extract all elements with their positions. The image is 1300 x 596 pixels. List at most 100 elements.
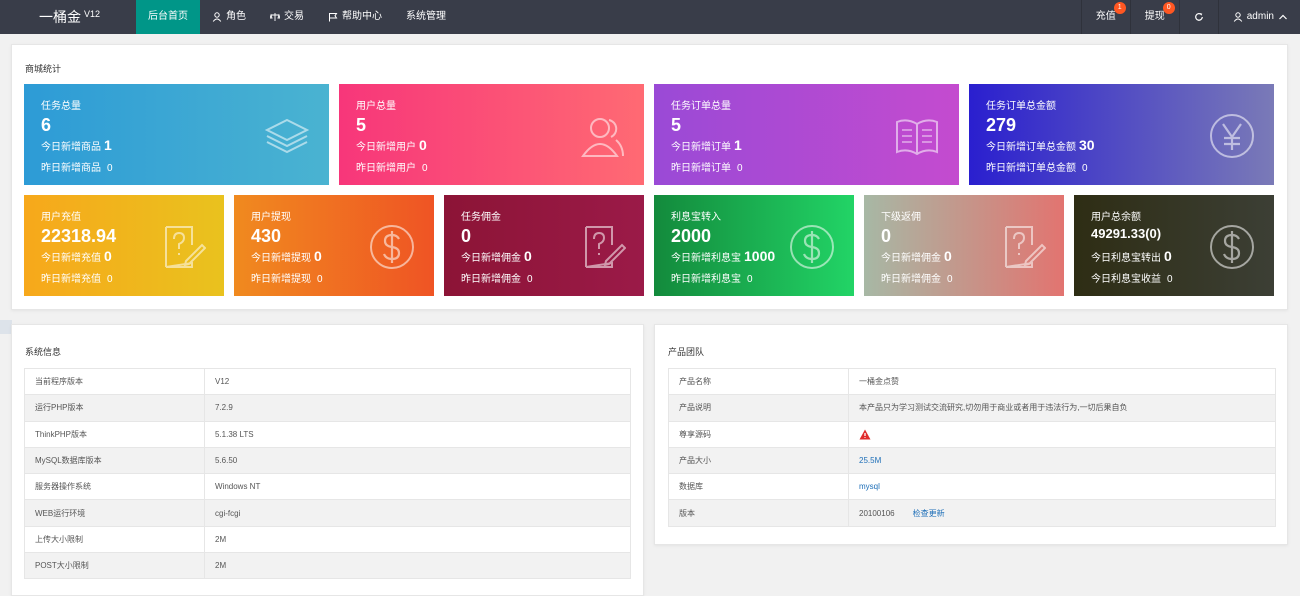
nav-system[interactable]: 系统管理	[394, 0, 458, 34]
stat-card-title: 任务佣金	[461, 212, 501, 223]
stat-card-yesterday-value: 0	[317, 274, 323, 285]
stat-card-title: 用户提现	[251, 212, 291, 223]
table-row: 产品大小 25.5M	[668, 446, 1276, 475]
row-value[interactable]: 25.5M	[848, 446, 1276, 475]
stat-card-yesterday: 昨日新增用户 0	[356, 159, 428, 174]
stat-card-today-label: 今日新增佣金	[881, 253, 941, 264]
table-row: 当前程序版本 V12	[24, 367, 631, 396]
version-value: 20100106	[859, 508, 895, 518]
check-update-link[interactable]: 检查更新	[913, 509, 945, 518]
row-value: 2M	[204, 552, 631, 580]
stat-card-today-value: 0	[524, 248, 532, 264]
nav-roles-label: 角色	[226, 11, 246, 22]
user-icon	[212, 12, 222, 22]
system-info-panel: 系统信息 当前程序版本 V12 运行PHP版本 7.2.9 ThinkPHP版本 5.1.…	[11, 324, 644, 596]
stat-card-yesterday: 昨日新增佣金 0	[881, 270, 953, 285]
row-label: 服务器操作系统	[24, 473, 205, 501]
stat-card-today: 今日新增订单 1	[671, 137, 742, 153]
table-row: 服务器操作系统 Windows NT	[24, 473, 631, 501]
stat-card-yesterday-label: 昨日新增充值	[41, 274, 101, 285]
row-label: 版本	[668, 499, 849, 527]
nav-roles[interactable]: 角色	[200, 0, 258, 34]
chevron-up-icon	[1279, 14, 1287, 20]
withdraw-button[interactable]: 提现 0	[1129, 0, 1179, 34]
stat-card-today-value: 0	[419, 137, 427, 153]
table-row: 数据库 mysql	[668, 473, 1276, 501]
stat-card: 下级返佣 0 今日新增佣金 0 昨日新增佣金 0	[864, 195, 1064, 296]
stat-card-title: 利息宝转入	[671, 212, 721, 223]
stat-card-yesterday: 昨日新增佣金 0	[461, 270, 533, 285]
stat-card-title: 用户充值	[41, 212, 81, 223]
edit-question-icon	[578, 223, 627, 271]
nav-home[interactable]: 后台首页	[136, 0, 200, 34]
nav-help-label: 帮助中心	[342, 11, 382, 22]
row-value[interactable]	[848, 420, 1276, 448]
stat-card-value: 49291.33(0)	[1091, 226, 1162, 241]
stat-card-today-label: 今日利息宝转出	[1091, 253, 1161, 264]
stat-card-today-value: 0	[104, 248, 112, 264]
table-row: MySQL数据库版本 5.6.50	[24, 446, 631, 475]
book-icon	[893, 112, 941, 160]
refresh-button[interactable]	[1178, 0, 1218, 34]
stat-card-yesterday-label: 昨日新增佣金	[461, 274, 521, 285]
stat-card-title: 下级返佣	[881, 212, 921, 223]
nav-trade-label: 交易	[284, 11, 304, 22]
stat-card-title: 任务总量	[41, 101, 81, 112]
stat-card: 任务订单总金额 279 今日新增订单总金额 30 昨日新增订单总金额 0	[969, 84, 1274, 185]
stat-card-today-value: 1	[734, 137, 742, 153]
stat-card-today-label: 今日新增利息宝	[671, 253, 741, 264]
withdraw-badge: 0	[1162, 2, 1175, 14]
row-label: 产品说明	[668, 394, 849, 422]
nav-help[interactable]: 帮助中心	[316, 0, 394, 34]
row-value: 5.6.50	[204, 446, 631, 475]
stat-card-yesterday: 昨日新增订单 0	[671, 159, 743, 174]
recharge-button[interactable]: 充值 1	[1080, 0, 1130, 34]
dollar-icon	[1208, 223, 1256, 271]
stat-card-title: 用户总余额	[1091, 212, 1141, 223]
table-row: POST大小限制 2M	[24, 552, 631, 580]
stat-card-yesterday-label: 昨日新增商品	[41, 163, 101, 174]
stat-card: 利息宝转入 2000 今日新增利息宝 1000 昨日新增利息宝 0	[654, 195, 854, 296]
stat-card-today-label: 今日新增充值	[41, 253, 101, 264]
stat-card-yesterday-label: 昨日新增提现	[251, 274, 311, 285]
stat-card-today-label: 今日新增商品	[41, 142, 101, 153]
stat-card: 用户总余额 49291.33(0) 今日利息宝转出 0 今日利息宝收益 0	[1074, 195, 1274, 296]
row-value[interactable]: mysql	[848, 473, 1276, 501]
warning-icon[interactable]	[859, 429, 871, 440]
system-info-table: 当前程序版本 V12 运行PHP版本 7.2.9 ThinkPHP版本 5.1.38 LT…	[24, 367, 631, 580]
stat-card-yesterday-label: 昨日新增订单总金额	[986, 163, 1076, 174]
stat-card-yesterday: 昨日新增商品 0	[41, 159, 113, 174]
stat-card-today: 今日新增佣金 0	[881, 248, 952, 264]
users-icon	[578, 112, 626, 160]
stat-card-yesterday-label: 昨日新增用户	[356, 163, 416, 174]
row-value: Windows NT	[204, 473, 631, 501]
stat-card-today: 今日新增利息宝 1000	[671, 248, 775, 264]
row-value: 5.1.38 LTS	[204, 420, 631, 448]
stat-card: 用户总量 5 今日新增用户 0 昨日新增用户 0	[339, 84, 644, 185]
stat-card-today-label: 今日新增提现	[251, 253, 311, 264]
stat-card-yesterday-label: 昨日新增利息宝	[671, 274, 741, 285]
row-label: 运行PHP版本	[24, 394, 205, 422]
stat-card-yesterday-value: 0	[527, 274, 533, 285]
stat-card-yesterday: 昨日新增提现 0	[251, 270, 323, 285]
stat-card-value: 5	[356, 115, 367, 135]
stat-card-today-value: 0	[314, 248, 322, 264]
nav-home-label: 后台首页	[148, 11, 188, 22]
app-logo[interactable]: 一桶金 V12	[0, 0, 136, 34]
user-menu[interactable]: admin	[1217, 0, 1300, 34]
app-version: V12	[84, 9, 101, 19]
stat-card-today: 今日新增用户 0	[356, 137, 427, 153]
table-row: 运行PHP版本 7.2.9	[24, 394, 631, 422]
table-row: ThinkPHP版本 5.1.38 LTS	[24, 420, 631, 448]
stat-card-today: 今日新增订单总金额 30	[986, 137, 1095, 153]
product-team-table: 产品名称 一桶金点赞 产品说明 本产品只为学习测试交流研究,切勿用于商业或者用于违法行…	[668, 367, 1276, 527]
stat-card-value: 6	[41, 115, 52, 135]
stat-card-yesterday-value: 0	[737, 163, 743, 174]
edit-question-icon	[158, 223, 207, 271]
dollar-icon	[788, 223, 836, 271]
stat-card: 任务佣金 0 今日新增佣金 0 昨日新增佣金 0	[444, 195, 644, 296]
stat-card-value: 5	[671, 115, 682, 135]
row-label: 产品名称	[668, 367, 849, 396]
nav-trade[interactable]: 交易	[258, 0, 316, 34]
stat-card-today: 今日新增提现 0	[251, 248, 322, 264]
